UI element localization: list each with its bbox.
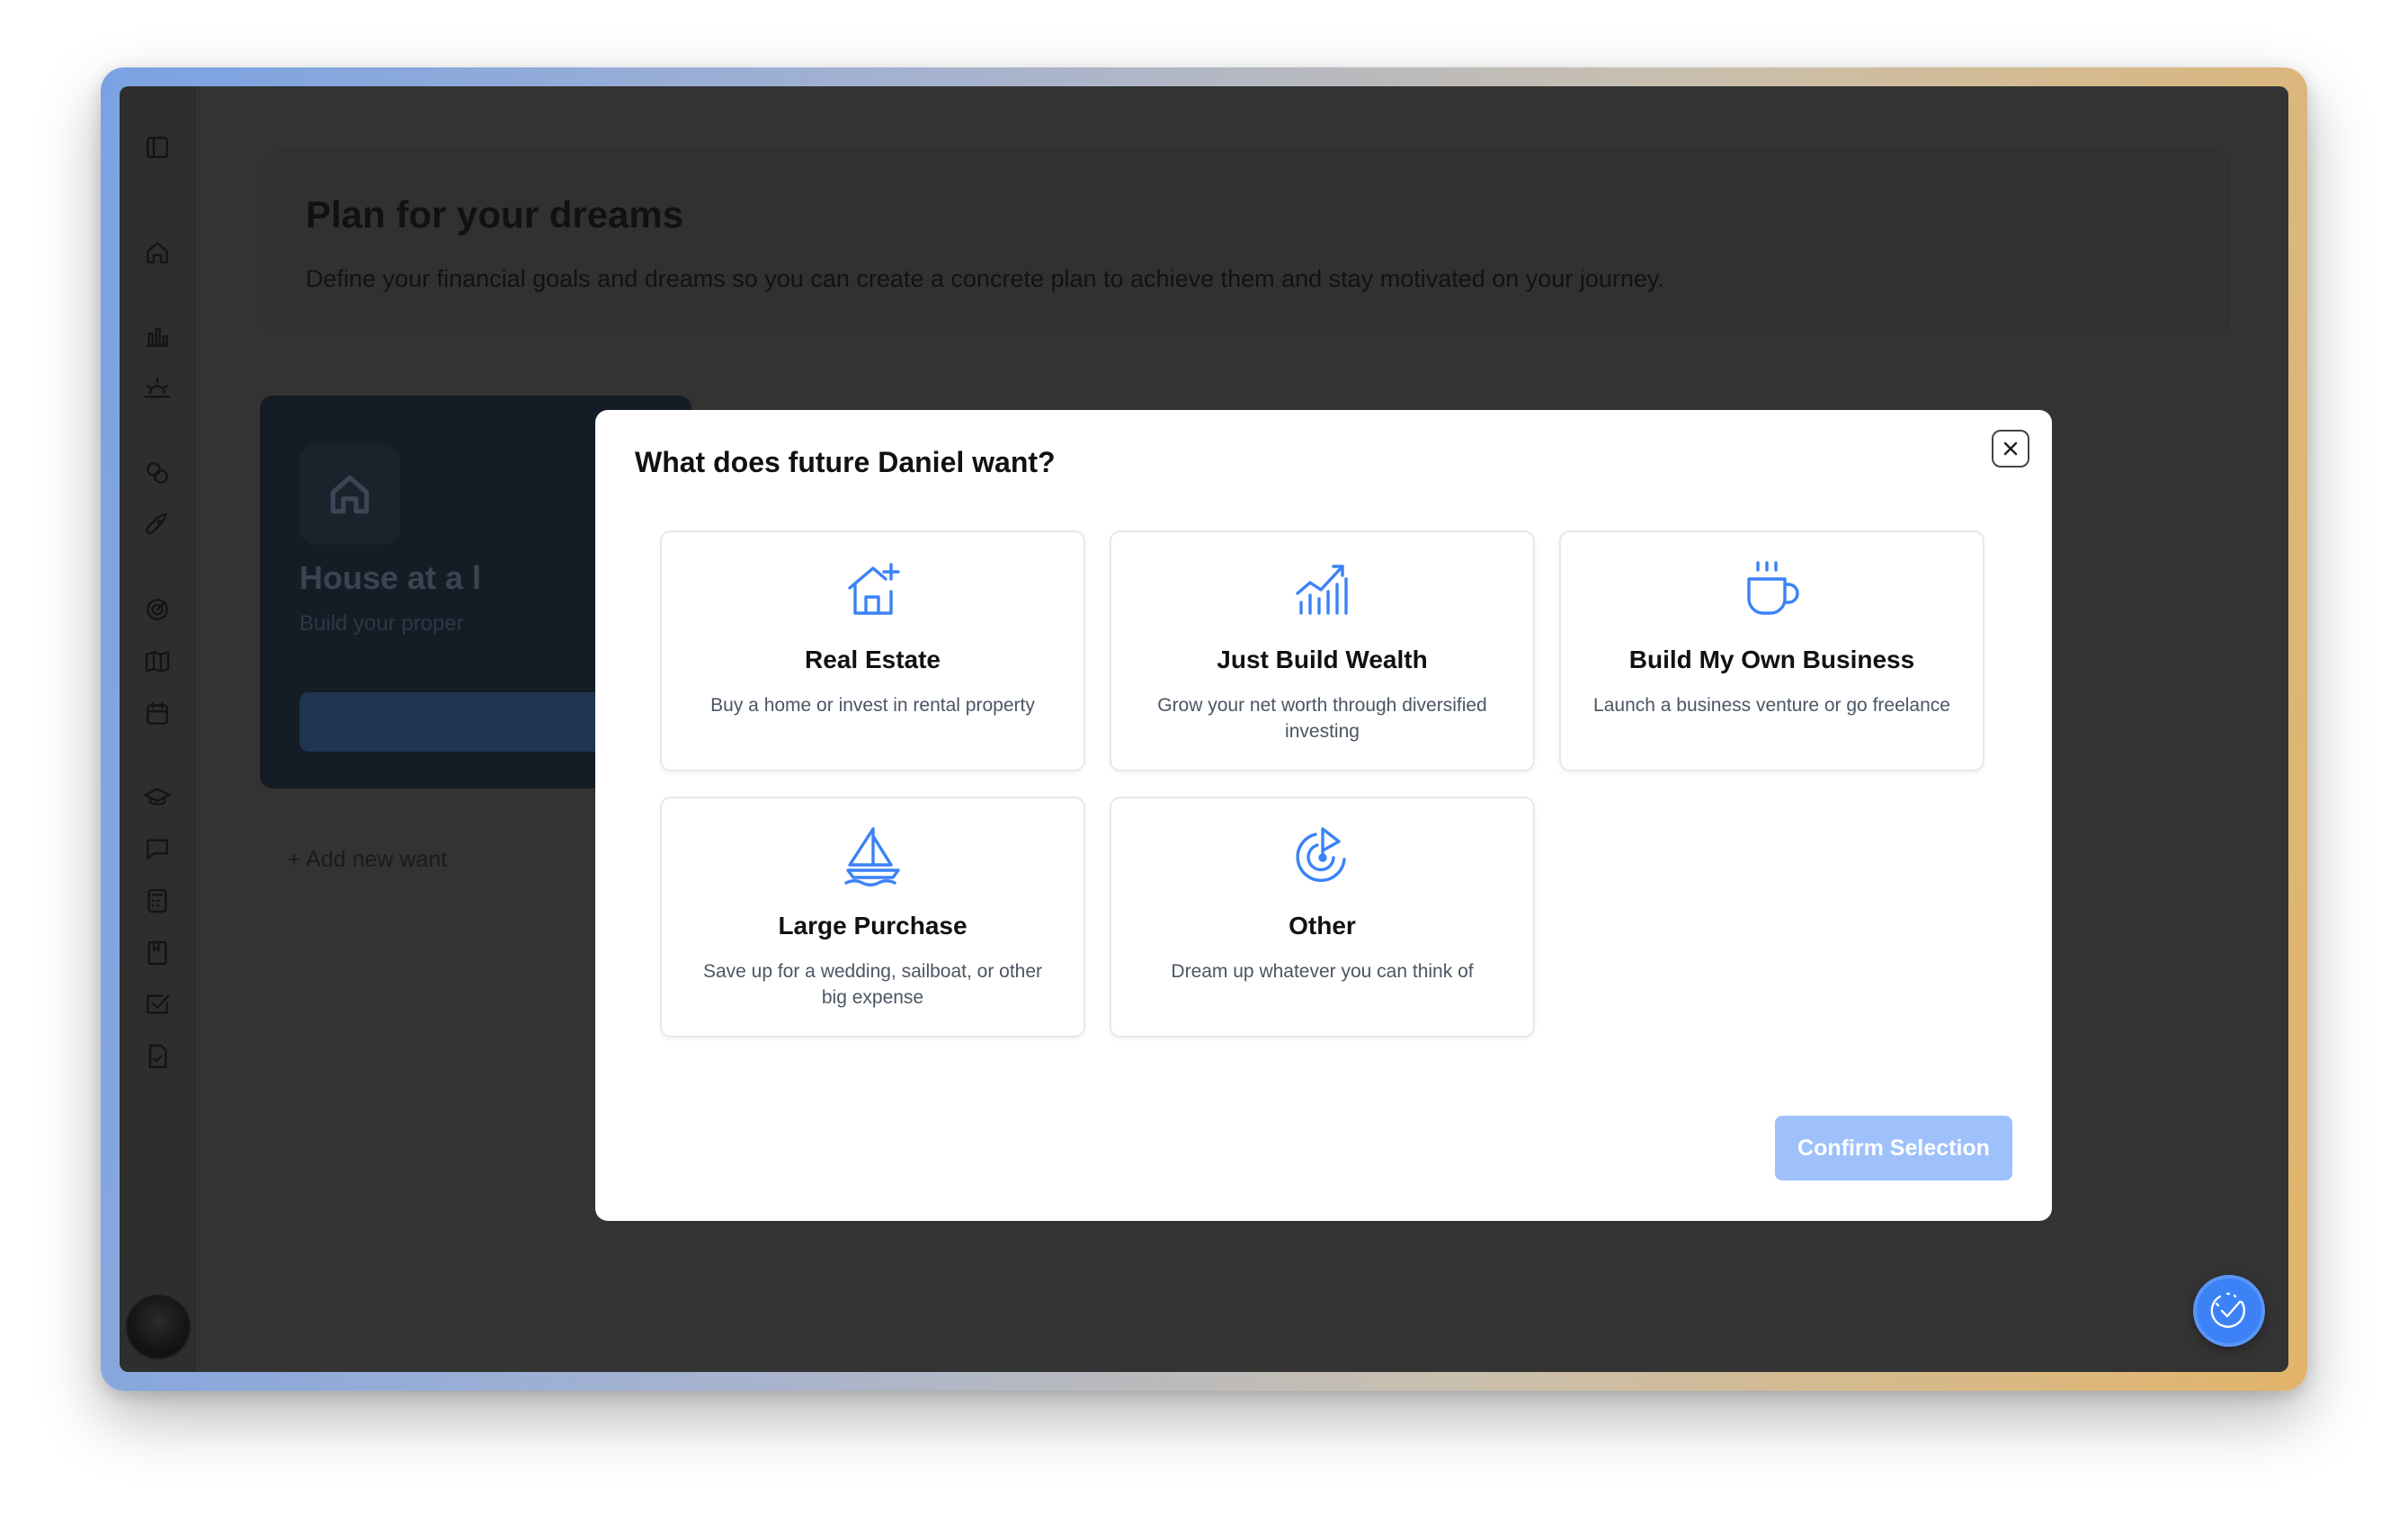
coffee-cup-icon [1740,557,1805,622]
option-just-build-wealth[interactable]: Just Build Wealth Grow your net worth th… [1110,530,1535,771]
coins-icon[interactable] [141,457,174,489]
add-new-want-link[interactable]: + Add new want [288,847,447,873]
target-arrow-icon [1290,824,1355,888]
option-real-estate[interactable]: Real Estate Buy a home or invest in rent… [660,530,1085,771]
app-window: Plan for your dreams Define your financi… [120,86,2288,1372]
rocket-icon[interactable] [141,509,174,541]
want-card-subtitle: Build your proper [299,611,464,636]
home-icon [299,444,400,545]
chart-growth-icon [1290,557,1355,622]
option-description: Launch a business venture or go freelanc… [1593,695,1950,716]
home-icon[interactable] [141,236,174,269]
page-header: Plan for your dreams Define your financi… [263,151,2229,334]
option-title: Real Estate [805,646,941,673]
bar-chart-icon[interactable] [141,320,174,352]
calendar-icon[interactable] [141,698,174,730]
calculator-icon[interactable] [141,885,174,917]
want-card-title: House at a l [299,559,482,596]
message-icon[interactable] [141,833,174,865]
option-title: Other [1289,912,1356,940]
option-title: Build My Own Business [1628,646,1915,673]
option-build-my-own-business[interactable]: Build My Own Business Launch a business … [1559,530,1984,771]
book-icon[interactable] [141,937,174,969]
confirm-selection-button[interactable]: Confirm Selection [1775,1116,2012,1180]
modal-title: What does future Daniel want? [635,446,1056,478]
target-icon[interactable] [141,593,174,626]
graduation-cap-icon[interactable] [141,781,174,814]
clock-check-icon [2210,1292,2246,1328]
close-icon [2003,441,2018,456]
option-title: Just Build Wealth [1217,646,1428,673]
page-title: Plan for your dreams [306,193,684,236]
file-check-icon[interactable] [141,1040,174,1073]
sailboat-icon [841,824,905,888]
house-plus-icon [841,557,905,622]
option-description: Buy a home or invest in rental property [710,695,1035,716]
option-description: Save up for a wedding, sailboat, or othe… [702,961,1043,1008]
option-large-purchase[interactable]: Large Purchase Save up for a wedding, sa… [660,797,1085,1038]
map-icon[interactable] [141,646,174,678]
option-description: Dream up whatever you can think of [1171,961,1474,982]
page-subtitle: Define your financial goals and dreams s… [306,265,1664,292]
want-selection-modal: What does future Daniel want? Real Estat… [595,410,2052,1221]
sidebar [120,86,196,1372]
option-description: Grow your net worth through diversified … [1157,695,1487,742]
assistant-fab[interactable] [2193,1275,2265,1347]
panel-toggle-icon[interactable] [141,131,174,164]
close-button[interactable] [1992,430,2029,468]
avatar[interactable] [126,1295,191,1359]
option-other[interactable]: Other Dream up whatever you can think of [1110,797,1535,1038]
checkbox-icon[interactable] [141,988,174,1020]
option-title: Large Purchase [778,912,968,940]
sunrise-icon[interactable] [141,372,174,405]
